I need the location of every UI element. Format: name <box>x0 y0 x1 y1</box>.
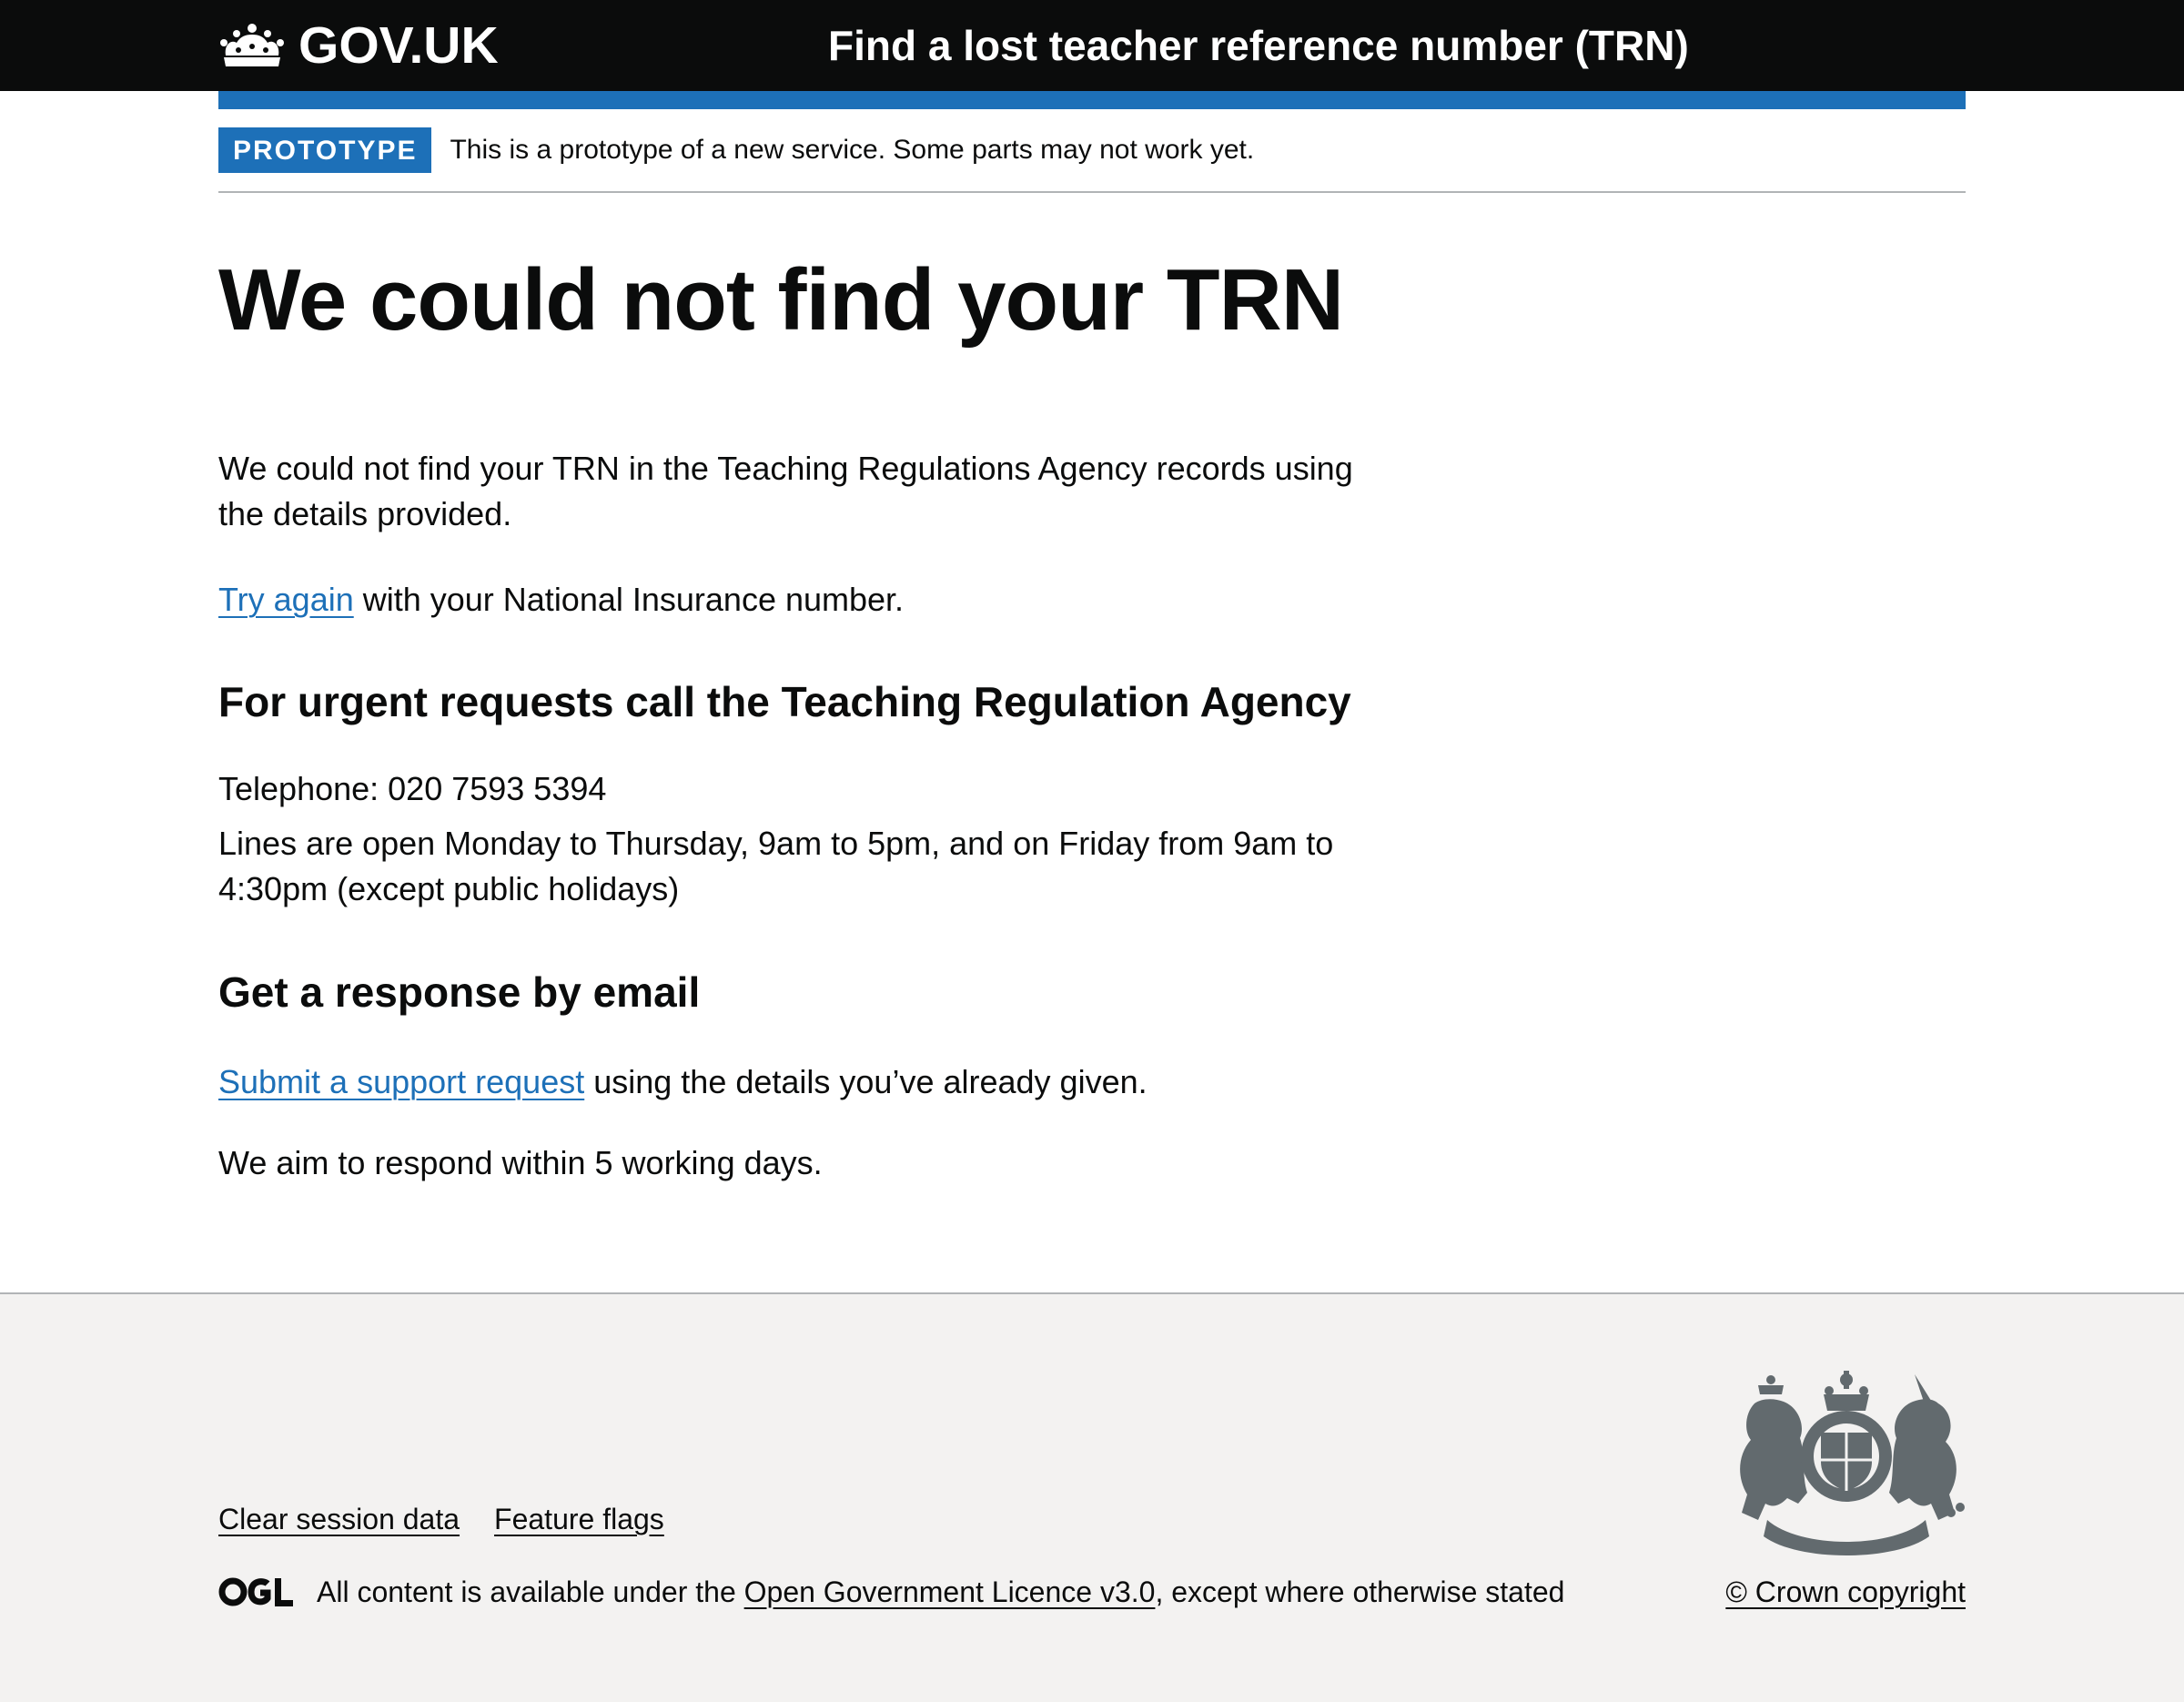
support-request-suffix: using the details you’ve already given. <box>584 1063 1148 1100</box>
support-request-paragraph: Submit a support request using the detai… <box>218 1059 1383 1105</box>
service-name-link[interactable]: Find a lost teacher reference number (TR… <box>828 16 1689 75</box>
royal-coat-of-arms-icon <box>1740 1371 1965 1555</box>
phase-banner: PROTOTYPE This is a prototype of a new s… <box>218 109 1966 193</box>
telephone-number: Telephone: 020 7593 5394 <box>218 770 607 807</box>
intro-paragraph: We could not find your TRN in the Teachi… <box>218 450 1353 532</box>
logo-text: GOV.UK <box>298 16 499 75</box>
crown-icon <box>220 24 284 66</box>
submit-support-request-link[interactable]: Submit a support request <box>218 1063 584 1100</box>
open-government-licence-link[interactable]: Open Government Licence v3.0 <box>744 1575 1156 1608</box>
ogl-logo-icon <box>218 1577 293 1606</box>
try-again-paragraph: Try again with your National Insurance n… <box>218 577 1383 623</box>
phase-tag: PROTOTYPE <box>218 127 432 173</box>
page-title: We could not find your TRN <box>218 251 1344 349</box>
footer-links: Clear session data Feature flags <box>218 1499 664 1539</box>
phase-banner-text: This is a prototype of a new service. So… <box>450 135 1255 165</box>
crown-copyright-link[interactable]: © Crown copyright <box>1725 1572 1966 1612</box>
opening-hours: Lines are open Monday to Thursday, 9am t… <box>218 825 1334 907</box>
licence-prefix: All content is available under the <box>317 1575 744 1608</box>
site-footer: Clear session data Feature flags All con… <box>0 1292 2184 1702</box>
licence-statement: All content is available under the Open … <box>218 1572 1564 1612</box>
response-time: We aim to respond within 5 working days. <box>218 1144 823 1181</box>
licence-text: All content is available under the Open … <box>317 1572 1564 1612</box>
email-heading: Get a response by email <box>218 968 701 1016</box>
try-again-link[interactable]: Try again <box>218 581 354 618</box>
licence-suffix: , except where otherwise stated <box>1155 1575 1565 1608</box>
feature-flags-link[interactable]: Feature flags <box>494 1499 664 1539</box>
clear-session-data-link[interactable]: Clear session data <box>218 1499 460 1539</box>
site-header: GOV.UK Find a lost teacher reference num… <box>0 0 2184 91</box>
try-again-suffix: with your National Insurance number. <box>353 581 905 618</box>
header-accent-bar <box>218 91 1966 109</box>
urgent-requests-heading: For urgent requests call the Teaching Re… <box>218 678 1351 725</box>
govuk-logo-link[interactable]: GOV.UK <box>218 16 499 75</box>
